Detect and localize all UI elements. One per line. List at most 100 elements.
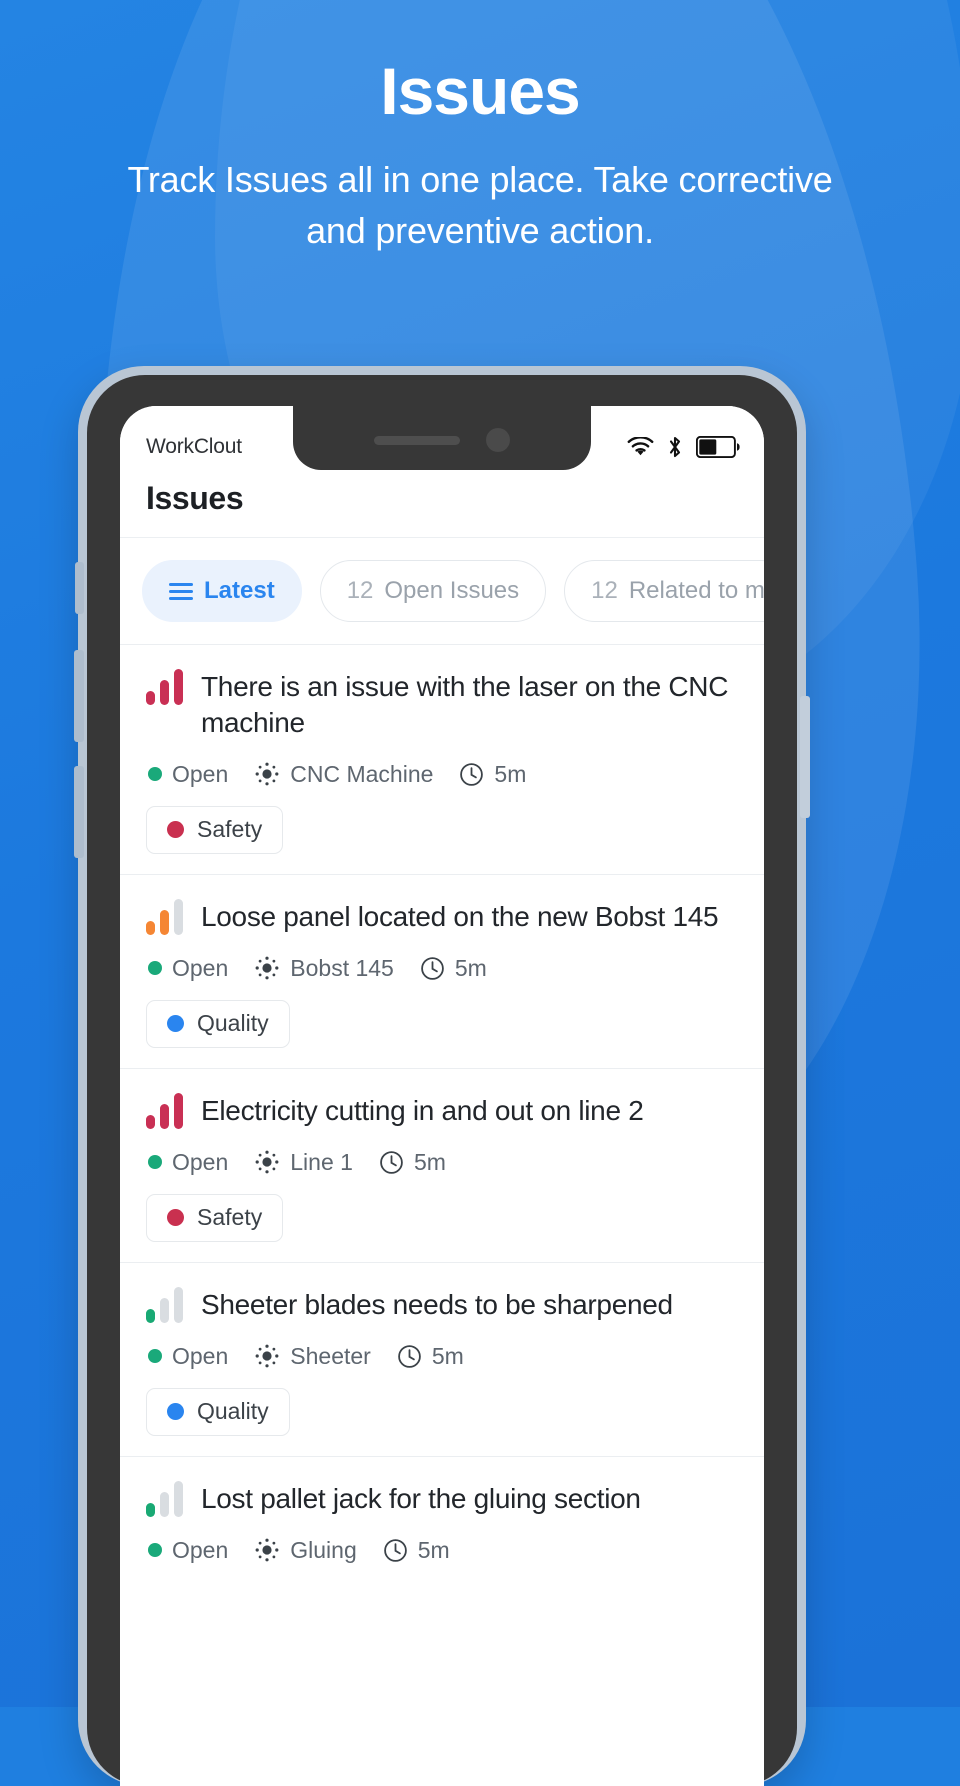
filter-chip-related-to-me[interactable]: 12 Related to m [564, 560, 764, 622]
issue-header: Electricity cutting in and out on line 2 [146, 1092, 738, 1129]
list-item[interactable]: Lost pallet jack for the gluing section … [120, 1455, 764, 1584]
issue-title: Electricity cutting in and out on line 2 [201, 1094, 644, 1126]
asset-icon [254, 955, 280, 981]
page-title: Issues [146, 480, 244, 516]
tag-dot-icon [167, 1403, 184, 1421]
status-dot-icon [148, 1155, 162, 1170]
issue-header: Sheeter blades needs to be sharpened [146, 1286, 738, 1323]
front-camera-icon [486, 428, 510, 452]
priority-bar-3 [174, 898, 183, 935]
issue-time-label: 5m [454, 954, 487, 981]
issue-asset-label: Line 1 [290, 1148, 353, 1175]
tag-dot-icon [167, 1209, 184, 1227]
filter-chip-label: Open Issues [384, 577, 520, 604]
status-dot-icon [148, 767, 162, 782]
priority-bars-icon [146, 1092, 183, 1129]
status-badge[interactable]: Quality [146, 999, 290, 1048]
filter-chip-label: Related to m [628, 577, 764, 604]
list-item[interactable]: There is an issue with the laser on the … [120, 644, 764, 874]
issue-asset: Sheeter [254, 1343, 371, 1370]
tag-label: Quality [197, 1010, 269, 1037]
filter-chip-label: Latest [204, 577, 275, 604]
issue-meta: Open [146, 955, 738, 982]
asset-icon [254, 1149, 280, 1175]
tag-label: Safety [197, 1204, 263, 1231]
clock-icon [459, 762, 484, 787]
bluetooth-icon [667, 435, 683, 459]
status-dot-icon [148, 961, 162, 976]
issue-meta: Open [146, 761, 738, 788]
priority-bars-icon [146, 669, 183, 705]
priority-bars-icon [146, 898, 183, 935]
earpiece-speaker [374, 435, 460, 445]
list-item[interactable]: Loose panel located on the new Bobst 145… [120, 873, 764, 1068]
issue-status: Open [148, 1537, 228, 1564]
status-bar-icons [627, 435, 740, 459]
issue-asset-label: Gluing [290, 1536, 357, 1563]
wifi-icon [627, 437, 654, 457]
status-badge[interactable]: Quality [146, 1387, 290, 1436]
issue-time-label: 5m [417, 1536, 450, 1563]
issue-time: 5m [379, 1149, 446, 1176]
phone-body: WorkClout Issues Latest 12 Open Issues 1… [87, 375, 797, 1786]
priority-bar-1 [146, 920, 155, 935]
issue-title: Sheeter blades needs to be sharpened [201, 1288, 673, 1320]
list-item[interactable]: Sheeter blades needs to be sharpened Ope… [120, 1261, 764, 1456]
issue-time: 5m [420, 955, 487, 982]
filter-chip-row[interactable]: Latest 12 Open Issues 12 Related to m [120, 537, 764, 644]
issue-header: There is an issue with the laser on the … [146, 669, 738, 741]
priority-bars-icon [146, 1480, 183, 1517]
priority-bar-3 [174, 1092, 183, 1129]
issue-tag-row: Safety [146, 1193, 738, 1242]
priority-bar-2 [160, 909, 169, 935]
status-bar-carrier: WorkClout [146, 435, 242, 458]
priority-bar-3 [174, 1480, 183, 1517]
phone-notch [293, 406, 591, 470]
filter-chip-count: 12 [346, 577, 374, 604]
phone-power-button[interactable] [800, 696, 810, 818]
filter-chip-open-issues[interactable]: 12 Open Issues [319, 560, 547, 622]
phone-mockup: WorkClout Issues Latest 12 Open Issues 1… [74, 366, 810, 1786]
list-item[interactable]: Electricity cutting in and out on line 2… [120, 1067, 764, 1262]
filter-chip-count: 12 [591, 577, 618, 604]
hero-section: Issues Track Issues all in one place. Ta… [0, 0, 960, 257]
issue-time-label: 5m [494, 760, 527, 787]
clock-icon [379, 1150, 404, 1175]
issue-asset-label: Sheeter [290, 1342, 371, 1369]
priority-bar-1 [146, 1308, 155, 1323]
hero-subtitle: Track Issues all in one place. Take corr… [127, 159, 833, 252]
status-badge[interactable]: Safety [146, 805, 284, 854]
phone-volume-down-button[interactable] [74, 766, 84, 858]
tag-dot-icon [167, 821, 184, 839]
priority-bar-3 [174, 669, 183, 705]
issue-tag-row: Quality [146, 1387, 738, 1436]
issue-status: Open [148, 1149, 228, 1176]
tag-label: Quality [197, 1398, 269, 1425]
priority-bars-icon [146, 1286, 183, 1323]
issue-title: Lost pallet jack for the gluing section [201, 1482, 641, 1514]
issue-tag-row: Safety [146, 805, 738, 854]
asset-icon [254, 1537, 280, 1563]
issue-asset: CNC Machine [254, 761, 433, 788]
priority-bar-2 [160, 1491, 169, 1517]
priority-bar-1 [146, 1502, 155, 1517]
battery-icon [696, 436, 740, 458]
issue-asset: Gluing [254, 1536, 357, 1564]
issue-asset-label: Bobst 145 [290, 954, 394, 981]
issue-time-label: 5m [413, 1148, 446, 1175]
filter-chip-latest[interactable]: Latest [142, 560, 302, 622]
page-header: Issues [120, 470, 764, 537]
priority-bar-2 [160, 1103, 169, 1129]
issue-status: Open [148, 761, 228, 788]
issue-status-label: Open [172, 1148, 229, 1175]
priority-bar-1 [146, 1114, 155, 1129]
hero-title: Issues [380, 54, 580, 128]
issue-asset: Bobst 145 [254, 955, 394, 982]
status-badge[interactable]: Safety [146, 1193, 284, 1242]
issue-status-label: Open [172, 1536, 229, 1563]
phone-volume-up-button[interactable] [74, 650, 84, 742]
phone-mute-switch[interactable] [75, 562, 84, 614]
issue-status: Open [148, 955, 228, 982]
issue-meta: Open [146, 1343, 738, 1370]
priority-bar-3 [174, 1286, 183, 1323]
